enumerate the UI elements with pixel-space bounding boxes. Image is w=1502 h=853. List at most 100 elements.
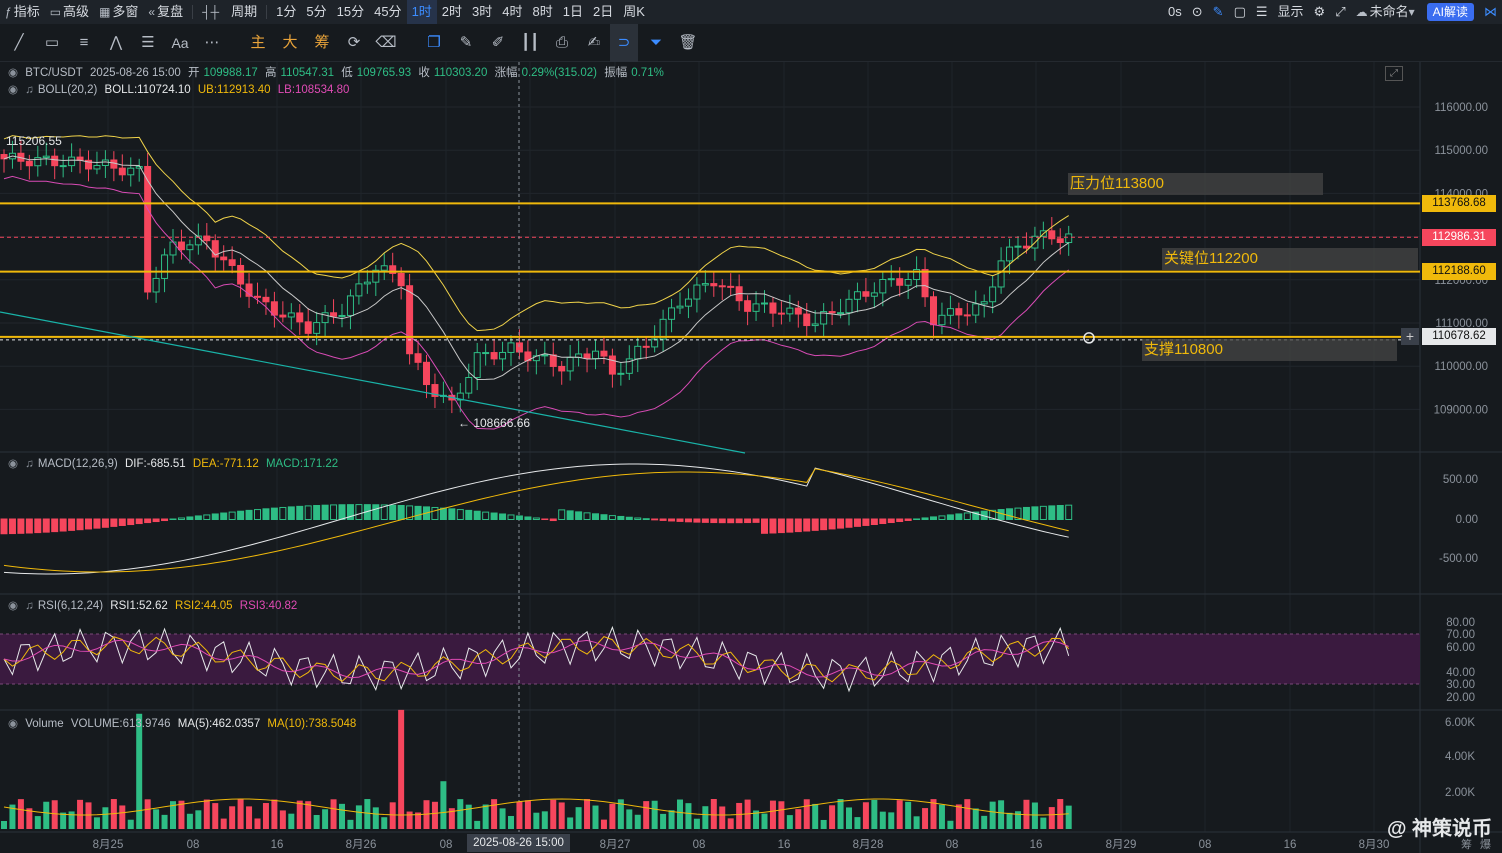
- trash-icon[interactable]: 🗑: [674, 24, 702, 62]
- parallel-line-tool-icon[interactable]: ≡: [70, 24, 98, 62]
- rectangle-tool-icon[interactable]: ▭: [38, 24, 66, 62]
- topbar-item-3[interactable]: «复盘: [143, 0, 188, 24]
- topbar-item-8[interactable]: 15分: [332, 0, 369, 24]
- macd-bar: [262, 508, 270, 521]
- candle-body: [406, 285, 414, 355]
- eye-icon[interactable]: ◉: [8, 67, 18, 79]
- brush-icon[interactable]: ✐: [484, 24, 512, 62]
- ai-interpret-button[interactable]: AI解读: [1426, 3, 1474, 21]
- bell-icon[interactable]: ♫: [25, 458, 34, 470]
- eye-icon[interactable]: ◉: [8, 84, 18, 96]
- refresh-icon[interactable]: ⟳: [340, 24, 368, 62]
- note-icon[interactable]: ▢: [1229, 0, 1251, 24]
- line-tool-icon[interactable]: ╱: [5, 24, 33, 62]
- copy-icon[interactable]: ❐: [420, 24, 448, 62]
- text-tool[interactable]: Aa: [166, 24, 194, 62]
- boll-lb: LB:108534.80: [277, 84, 350, 96]
- topbar-item-15[interactable]: 1日: [558, 0, 588, 24]
- time-axis-label: 8月28: [853, 839, 884, 851]
- candle-body: [220, 256, 228, 261]
- bell-icon[interactable]: ♫: [25, 600, 34, 612]
- volume-bar: [102, 807, 109, 829]
- macd-bar: [651, 518, 659, 521]
- bell-icon[interactable]: ♫: [25, 84, 34, 96]
- candlestick-icon[interactable]: ┃┃: [516, 24, 544, 62]
- edit-doc-icon[interactable]: ✍: [580, 24, 608, 62]
- fullscreen-icon[interactable]: ⤢: [1330, 0, 1350, 24]
- volume-bar: [220, 818, 227, 829]
- candle-body: [59, 165, 67, 168]
- expand-icon[interactable]: ⤢: [1385, 66, 1403, 81]
- magnet-icon[interactable]: ⊃: [610, 24, 638, 62]
- candle-body: [161, 254, 169, 279]
- macd-bar: [701, 518, 709, 523]
- fib-tool-icon[interactable]: ☰: [134, 24, 162, 62]
- volume-bar: [440, 781, 447, 829]
- topbar-item-4[interactable]: ┤┼: [197, 0, 226, 24]
- candle-body: [853, 291, 861, 300]
- candle-body: [93, 165, 101, 170]
- topbar-item-14[interactable]: 8时: [528, 0, 558, 24]
- pencil-icon[interactable]: ✎: [1208, 0, 1229, 24]
- display-button[interactable]: 显示: [1273, 0, 1309, 24]
- macd-bar: [828, 518, 836, 530]
- key-level-annotation[interactable]: 关键位112200: [1162, 248, 1418, 270]
- candle-body: [1056, 238, 1064, 244]
- close-label: 收: [418, 67, 430, 79]
- filter-icon[interactable]: ⏷: [642, 24, 670, 62]
- eye-icon[interactable]: ◉: [8, 718, 18, 730]
- volume-bar: [660, 813, 667, 829]
- topbar-item-1[interactable]: ▭ 高级: [45, 0, 94, 24]
- add-alert-icon[interactable]: +: [1401, 328, 1419, 345]
- volume-bar: [955, 804, 962, 829]
- volume-bar: [1006, 812, 1013, 829]
- time-axis-label: 8月30: [1359, 839, 1390, 851]
- list-icon[interactable]: ☰: [1251, 0, 1273, 24]
- export-icon[interactable]: ⎙: [548, 24, 576, 62]
- pen-icon[interactable]: ✎: [452, 24, 480, 62]
- wave-tool-icon[interactable]: ⋀: [102, 24, 130, 62]
- macd-bar: [110, 518, 118, 527]
- resistance-annotation[interactable]: 压力位113800: [1068, 173, 1323, 195]
- macd-bar: [955, 513, 963, 520]
- topbar-item-9[interactable]: 45分: [369, 0, 406, 24]
- candle-body: [744, 300, 752, 312]
- topbar-item-11[interactable]: 2时: [437, 0, 467, 24]
- topbar-item-label: 高级: [63, 4, 90, 19]
- eraser-icon[interactable]: ⌫: [372, 24, 400, 62]
- topbar-item-0[interactable]: ƒ 指标: [0, 0, 45, 24]
- volume-bar: [626, 809, 633, 829]
- topbar-item-5[interactable]: 周期: [226, 0, 262, 24]
- topbar-item-6[interactable]: 1分: [271, 0, 301, 24]
- share-icon[interactable]: ⋈: [1479, 0, 1502, 24]
- chip-distribution-button[interactable]: 筹: [308, 24, 336, 62]
- main-chart-button[interactable]: 主: [244, 24, 272, 62]
- watermark: @ 神策说币: [1386, 818, 1492, 840]
- layout-name-button[interactable]: ☁ 未命名 ▾: [1351, 0, 1422, 24]
- topbar-item-2[interactable]: ▦ 多窗: [94, 0, 143, 24]
- topbar-item-17[interactable]: 周K: [618, 0, 650, 24]
- macd-bar: [1031, 506, 1039, 521]
- candle-body: [414, 353, 422, 363]
- volume-bar: [153, 809, 160, 829]
- more-tools-icon[interactable]: ⋯: [198, 24, 226, 62]
- topbar-item-16[interactable]: 2日: [588, 0, 618, 24]
- topbar-item-13[interactable]: 4时: [497, 0, 527, 24]
- macd-bar: [566, 510, 574, 521]
- candle-body: [946, 308, 954, 316]
- volume-bar: [947, 820, 954, 829]
- low-value: 109765.93: [356, 67, 412, 79]
- macd-bar: [913, 518, 921, 521]
- support-annotation[interactable]: 支撑110800: [1142, 339, 1397, 361]
- eye-icon[interactable]: ◉: [8, 600, 18, 612]
- camera-icon[interactable]: ⊙: [1187, 0, 1208, 24]
- topbar-item-10[interactable]: 1时: [406, 0, 437, 24]
- macd-axis-label: 0.00: [1456, 514, 1478, 526]
- topbar-item-12[interactable]: 3时: [467, 0, 497, 24]
- settings-icon[interactable]: ⚙: [1309, 0, 1331, 24]
- macd-bar: [279, 506, 287, 521]
- eye-icon[interactable]: ◉: [8, 458, 18, 470]
- rsi-axis-label: 40.00: [1446, 667, 1475, 679]
- topbar-item-7[interactable]: 5分: [301, 0, 331, 24]
- big-order-button[interactable]: 大: [276, 24, 304, 62]
